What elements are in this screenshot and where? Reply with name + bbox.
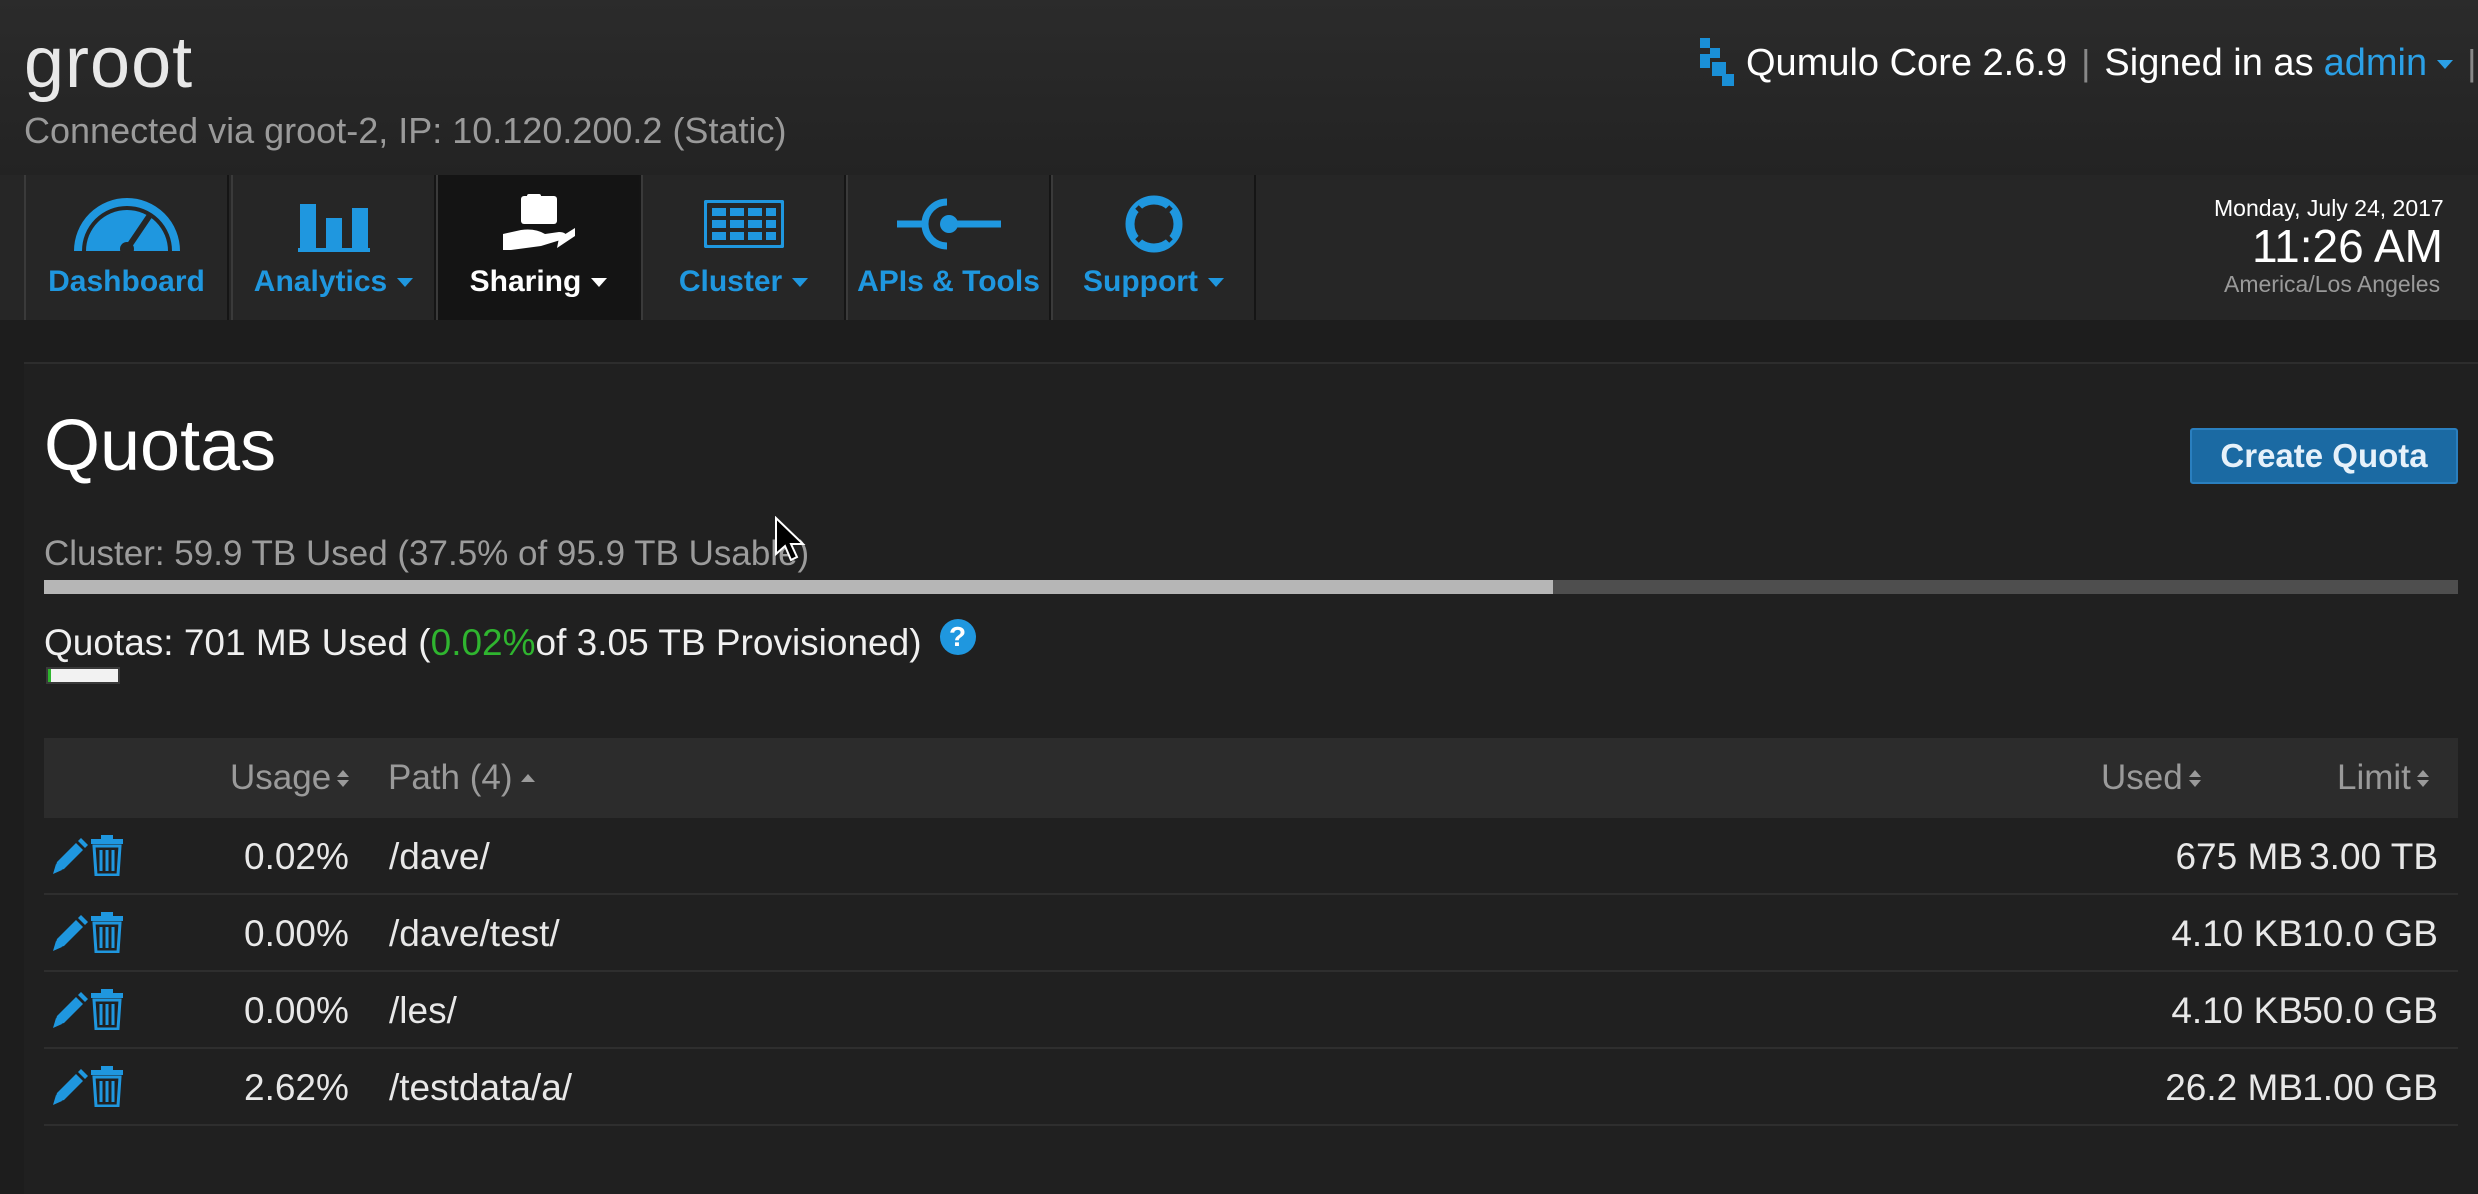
- sort-icon: [2188, 769, 2201, 787]
- quota-usage-percent: 0.02%: [430, 622, 536, 663]
- nav-label-apis: APIs & Tools: [857, 265, 1040, 298]
- row-usage: 0.00%: [244, 990, 349, 1031]
- trash-icon[interactable]: [88, 911, 126, 953]
- chevron-down-icon: [792, 277, 809, 287]
- trash-icon[interactable]: [88, 1065, 126, 1107]
- table-header: Usage Path (4) Used Limit: [44, 738, 2458, 818]
- nav-support[interactable]: Support: [1051, 175, 1256, 320]
- row-path: /dave/test/: [389, 913, 560, 954]
- row-limit: 50.0 GB: [2302, 990, 2438, 1031]
- used-header-label: Used: [2101, 758, 2183, 797]
- quota-usage-suffix: of 3.05 TB Provisioned): [535, 622, 922, 663]
- header-separator-2: |: [2467, 42, 2477, 83]
- edit-pencil-icon[interactable]: [50, 911, 88, 953]
- chevron-down-icon: [591, 277, 608, 287]
- nav-label-cluster: Cluster: [678, 265, 783, 298]
- column-path-header[interactable]: Path (4): [388, 758, 535, 798]
- nav-dashboard[interactable]: Dashboard: [24, 175, 229, 320]
- chevron-down-icon: [2437, 59, 2454, 69]
- table-row: 0.02% /dave/675 MB 3.00 TB: [44, 818, 2458, 895]
- current-date: Monday, July 24, 2017: [2214, 195, 2444, 221]
- trash-icon[interactable]: [88, 988, 126, 1030]
- edit-pencil-icon[interactable]: [50, 988, 88, 1030]
- row-used: 4.10 KB: [2171, 990, 2303, 1031]
- quota-usage-prefix: Quotas: 701 MB Used (: [44, 622, 431, 663]
- cluster-usage-bar: [44, 580, 2458, 594]
- row-actions: [50, 834, 126, 876]
- quota-usage-fill: [48, 669, 51, 682]
- cluster-usage-text: Cluster: 59.9 TB Used (37.5% of 95.9 TB …: [44, 534, 810, 573]
- row-actions: [50, 988, 126, 1030]
- current-time: 11:26 AM: [2252, 220, 2443, 272]
- trash-icon[interactable]: [88, 834, 126, 876]
- limit-header-label: Limit: [2337, 758, 2411, 797]
- quota-table: Usage Path (4) Used Limit 0.02% /dave/675…: [44, 738, 2458, 1126]
- row-used: 4.10 KB: [2171, 913, 2303, 954]
- qumulo-logo-icon: [1700, 38, 1734, 88]
- cluster-name: groot: [24, 23, 194, 103]
- nav-cluster[interactable]: Cluster: [641, 175, 846, 320]
- main-nav: Dashboard Analytics Sharing Cluster APIs…: [0, 175, 2478, 320]
- help-icon[interactable]: ?: [939, 619, 976, 655]
- nav-apis-tools[interactable]: APIs & Tools: [846, 175, 1051, 320]
- nav-sharing[interactable]: Sharing: [436, 175, 641, 320]
- path-header-label: Path (4): [388, 758, 513, 797]
- chevron-down-icon: [397, 277, 414, 287]
- row-limit: 3.00 TB: [2309, 836, 2438, 877]
- page-title: Quotas: [44, 406, 277, 486]
- lifebuoy-icon: [1125, 195, 1182, 253]
- nav-label-support: Support: [1083, 265, 1198, 298]
- nav-label-analytics: Analytics: [253, 265, 388, 298]
- table-body: 0.02% /dave/675 MB 3.00 TB 0.00% /dave/test/…: [44, 818, 2458, 1126]
- row-actions: [50, 911, 126, 953]
- sort-icon: [337, 769, 350, 787]
- signed-in-label: Signed in as: [2104, 41, 2314, 84]
- mouse-cursor-icon: [775, 516, 806, 562]
- header-separator: |: [2081, 42, 2091, 83]
- user-menu[interactable]: admin: [2324, 42, 2454, 85]
- nav-label-sharing: Sharing: [469, 265, 582, 298]
- row-usage: 0.00%: [244, 913, 349, 954]
- cluster-grid-icon: [703, 200, 784, 248]
- row-limit: 1.00 GB: [2302, 1067, 2438, 1108]
- gauge-icon: [73, 198, 180, 255]
- row-used: 675 MB: [2175, 836, 2303, 877]
- column-usage-header[interactable]: Usage: [230, 758, 350, 798]
- edit-pencil-icon[interactable]: [50, 834, 88, 876]
- datetime-display: Monday, July 24, 2017 11:26 AM America/L…: [2208, 195, 2478, 305]
- chevron-down-icon: [1207, 277, 1224, 287]
- table-row: 2.62% /testdata/a/26.2 MB 1.00 GB: [44, 1049, 2458, 1126]
- usage-header-label: Usage: [230, 758, 332, 797]
- timezone: America/Los Angeles: [2224, 271, 2441, 297]
- top-header: groot Connected via groot-2, IP: 10.120.…: [0, 0, 2478, 175]
- sort-icon: [2416, 769, 2429, 787]
- row-used: 26.2 MB: [2165, 1067, 2303, 1108]
- row-actions: [50, 1065, 126, 1107]
- sort-ascending-icon: [520, 774, 535, 782]
- nav-label-dashboard: Dashboard: [48, 265, 205, 298]
- row-path: /testdata/a/: [389, 1067, 573, 1108]
- row-usage: 0.02%: [244, 836, 349, 877]
- bar-chart-icon: [297, 204, 370, 252]
- row-limit: 10.0 GB: [2302, 913, 2438, 954]
- column-used-header[interactable]: Used: [2101, 758, 2201, 798]
- row-path: /les/: [389, 990, 457, 1031]
- table-row: 0.00% /dave/test/4.10 KB 10.0 GB: [44, 895, 2458, 972]
- table-row: 0.00% /les/4.10 KB 50.0 GB: [44, 972, 2458, 1049]
- nav-analytics[interactable]: Analytics: [231, 175, 436, 320]
- api-plug-icon: [896, 198, 1001, 250]
- edit-pencil-icon[interactable]: [50, 1065, 88, 1107]
- column-limit-header[interactable]: Limit: [2337, 758, 2429, 798]
- create-quota-button[interactable]: Create Quota: [2190, 428, 2458, 484]
- sharing-hand-icon: [502, 194, 575, 250]
- username: admin: [2323, 41, 2428, 84]
- row-path: /dave/: [389, 836, 490, 877]
- row-usage: 2.62%: [244, 1067, 349, 1108]
- quota-usage-bar: [46, 667, 120, 684]
- header-user-area: Qumulo Core 2.6.9 | Signed in as admin |: [1700, 38, 2478, 88]
- connection-info: Connected via groot-2, IP: 10.120.200.2 …: [24, 110, 787, 151]
- product-version: Qumulo Core 2.6.9: [1746, 41, 2068, 84]
- quota-usage-text: Quotas: 701 MB Used (0.02% of 3.05 TB Pr…: [44, 619, 976, 664]
- cluster-usage-fill: [44, 580, 1553, 594]
